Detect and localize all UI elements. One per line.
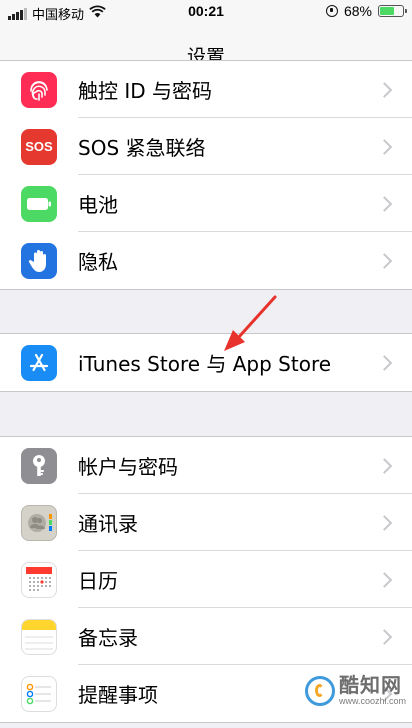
status-bar: 中国移动 00:21 68% (0, 0, 412, 24)
battery-percent: 68% (343, 3, 372, 19)
sos-icon-text: SOS (25, 139, 53, 154)
settings-row-touch-id[interactable]: 触控 ID 与密码 (0, 61, 412, 118)
chevron-right-icon (376, 457, 393, 474)
settings-row-label: 触控 ID 与密码 (78, 79, 213, 103)
settings-row-contacts[interactable]: 通讯录 (0, 494, 412, 551)
watermark-name: 酷知网 (338, 673, 402, 697)
settings-row-notes[interactable]: 备忘录 (0, 608, 412, 665)
notes-icon (21, 618, 57, 655)
status-right: 68% (325, 3, 407, 19)
app-store-icon (21, 344, 57, 381)
reminders-icon (21, 675, 57, 712)
settings-row-accounts-passwords[interactable]: 帐户与密码 (0, 437, 412, 494)
settings-row-label: iTunes Store 与 App Store (78, 352, 332, 376)
hand-icon (21, 242, 57, 279)
settings-row-label: 隐私 (78, 250, 118, 274)
fingerprint-icon (21, 71, 57, 108)
chevron-right-icon (376, 81, 393, 98)
battery-icon (378, 5, 407, 17)
settings-row-label: 提醒事项 (78, 683, 158, 707)
battery-level-fill (380, 7, 394, 15)
settings-row-label: SOS 紧急联络 (78, 136, 206, 160)
battery-icon (21, 185, 57, 222)
settings-screen: 中国移动 00:21 68% 设置 触控 ID 与密码 SOS SOS 紧急联络… (0, 0, 412, 728)
rotation-lock-icon (325, 5, 338, 17)
settings-row-emergency-sos[interactable]: SOS SOS 紧急联络 (0, 118, 412, 175)
settings-row-label: 帐户与密码 (78, 455, 178, 479)
chevron-right-icon (376, 571, 393, 588)
watermark-text: 酷知网 www.coozhi.com (339, 675, 406, 706)
settings-row-label: 通讯录 (78, 512, 138, 536)
settings-group-2: iTunes Store 与 App Store (0, 333, 412, 392)
settings-row-label: 电池 (78, 193, 118, 217)
watermark: 酷知网 www.coozhi.com (304, 675, 406, 706)
key-icon (21, 447, 57, 484)
settings-group-1: 触控 ID 与密码 SOS SOS 紧急联络 电池 隐私 (0, 60, 412, 290)
chevron-right-icon (376, 138, 393, 155)
watermark-logo-icon (304, 675, 335, 706)
settings-row-label: 日历 (78, 569, 118, 593)
chevron-right-icon (376, 252, 393, 269)
watermark-url: www.coozhi.com (338, 696, 406, 706)
chevron-right-icon (376, 354, 393, 371)
settings-row-calendar[interactable]: 日历 (0, 551, 412, 608)
chevron-right-icon (376, 514, 393, 531)
settings-row-label: 备忘录 (78, 626, 138, 650)
settings-row-itunes-app-store[interactable]: iTunes Store 与 App Store (0, 334, 412, 391)
contacts-icon (21, 504, 57, 541)
calendar-icon (21, 561, 57, 598)
chevron-right-icon (376, 195, 393, 212)
settings-row-privacy[interactable]: 隐私 (0, 232, 412, 289)
sos-icon: SOS (21, 128, 57, 165)
chevron-right-icon (376, 628, 393, 645)
settings-row-battery[interactable]: 电池 (0, 175, 412, 232)
